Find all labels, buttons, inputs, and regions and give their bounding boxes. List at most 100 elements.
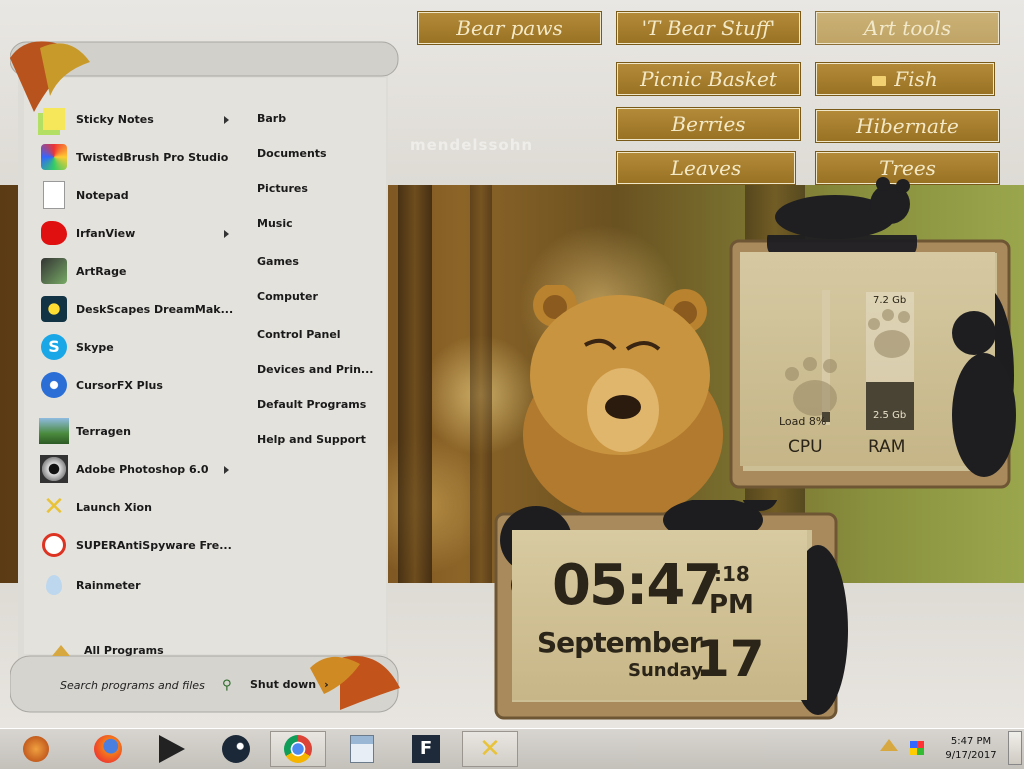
photoshop-icon	[38, 453, 70, 485]
taskbar-app-f[interactable]: F	[398, 731, 454, 767]
folder-label: Fish	[894, 67, 938, 91]
program-launch-xion[interactable]: ✕ Launch Xion	[38, 490, 243, 524]
folder-picnic-basket[interactable]: Picnic Basket	[617, 63, 800, 95]
windows-orb-icon	[23, 736, 49, 762]
cpu-paw-icon	[785, 290, 837, 425]
program-irfanview[interactable]: IrfanView	[38, 216, 243, 250]
place-devices-and-printers[interactable]: Devices and Prin...	[257, 363, 373, 376]
place-control-panel[interactable]: Control Panel	[257, 328, 341, 341]
superantispyware-icon	[38, 529, 70, 561]
tree-trunk	[398, 185, 432, 583]
folder-bear-paws[interactable]: Bear paws	[418, 12, 601, 44]
terragen-icon	[38, 415, 70, 447]
program-label: Terragen	[76, 424, 131, 438]
arrow-up-icon	[52, 645, 70, 656]
place-pictures[interactable]: Pictures	[257, 182, 308, 195]
cpu-load-label: Load 8%	[779, 415, 827, 428]
program-label: SUPERAntiSpyware Fre...	[76, 538, 232, 552]
place-help-and-support[interactable]: Help and Support	[257, 433, 366, 446]
program-label: CursorFX Plus	[76, 378, 163, 392]
folder-hibernate[interactable]: Hibernate	[816, 110, 999, 142]
taskbar-chrome[interactable]	[270, 731, 326, 767]
tray-clock[interactable]: 5:47 PM 9/17/2017	[940, 735, 1002, 763]
place-music[interactable]: Music	[257, 217, 293, 230]
program-label: ArtRage	[76, 264, 127, 278]
taskbar: F ✕	[0, 728, 1024, 769]
show-desktop-button[interactable]	[1008, 731, 1022, 765]
all-programs-label: All Programs	[84, 644, 164, 657]
program-label: Launch Xion	[76, 500, 152, 514]
bear-figurine	[775, 177, 910, 239]
program-cursorfx[interactable]: CursorFX Plus	[38, 368, 243, 402]
start-button[interactable]	[8, 731, 64, 767]
program-skype[interactable]: S Skype	[38, 330, 243, 364]
taskbar-inkscape[interactable]	[144, 731, 200, 767]
place-games[interactable]: Games	[257, 255, 299, 268]
irfanview-icon	[38, 217, 70, 249]
notepad-icon	[38, 179, 70, 211]
clock-month: September	[537, 626, 703, 659]
folder-t-bear-stuff[interactable]: 'T Bear Stuff'	[617, 12, 800, 44]
bear-illustration	[523, 285, 723, 515]
program-terragen[interactable]: Terragen	[38, 414, 243, 448]
place-documents[interactable]: Documents	[257, 147, 327, 160]
folder-label: Picnic Basket	[640, 67, 777, 91]
folder-label: Bear paws	[456, 16, 563, 40]
clock-weekday: Sunday	[628, 660, 703, 681]
clock-seconds: :18	[714, 562, 750, 586]
app-f-icon: F	[412, 735, 440, 763]
twistedbrush-icon	[38, 141, 70, 173]
program-sticky-notes[interactable]: Sticky Notes	[38, 102, 243, 136]
folder-label: Leaves	[670, 156, 742, 180]
shutdown-label: Shut down	[250, 678, 317, 691]
sticky-notes-icon	[38, 103, 70, 135]
clock-time: 05:47	[552, 553, 722, 618]
submenu-arrow-icon	[224, 230, 229, 238]
folder-fish[interactable]: Fish	[816, 63, 994, 95]
firefox-icon	[94, 735, 122, 763]
submenu-arrow-icon	[224, 466, 229, 474]
folder-icon	[872, 75, 887, 86]
program-superantispyware[interactable]: SUPERAntiSpyware Fre...	[38, 528, 243, 562]
program-label: Adobe Photoshop 6.0	[76, 462, 209, 476]
cursorfx-icon	[38, 369, 70, 401]
program-photoshop[interactable]: Adobe Photoshop 6.0	[38, 452, 243, 486]
folder-berries[interactable]: Berries	[617, 108, 800, 140]
program-label: DeskScapes DreamMak...	[76, 302, 234, 316]
clock-day: 17	[695, 630, 765, 688]
clock-ampm: PM	[709, 590, 754, 620]
taskbar-steam[interactable]	[208, 731, 264, 767]
windows-flag-icon[interactable]	[910, 741, 924, 755]
search-input[interactable]	[58, 677, 212, 693]
search-icon[interactable]: ⚲	[222, 678, 232, 693]
ram-total-label: 7.2 Gb	[873, 295, 907, 306]
place-barb[interactable]: Barb	[257, 112, 286, 125]
bear-figurine	[952, 311, 1016, 477]
program-twistedbrush[interactable]: TwistedBrush Pro Studio	[38, 140, 243, 174]
folder-label: Hibernate	[856, 114, 959, 138]
ram-label: RAM	[868, 437, 906, 457]
program-rainmeter[interactable]: Rainmeter	[38, 568, 243, 602]
start-menu: Sticky Notes TwistedBrush Pro Studio Not…	[10, 38, 402, 720]
place-default-programs[interactable]: Default Programs	[257, 398, 366, 411]
calculator-icon	[350, 735, 374, 763]
taskbar-calculator[interactable]	[334, 731, 390, 767]
rainmeter-icon	[38, 569, 70, 601]
all-programs-button[interactable]: All Programs	[52, 644, 164, 657]
taskbar-xion[interactable]: ✕	[462, 731, 518, 767]
xion-icon: ✕	[43, 492, 65, 522]
program-deskscapes[interactable]: DeskScapes DreamMak...	[38, 292, 243, 326]
chevron-right-icon[interactable]: ›	[324, 678, 329, 691]
folder-art-tools[interactable]: Art tools	[816, 12, 999, 44]
xion-icon: ✕	[479, 734, 501, 764]
program-notepad[interactable]: Notepad	[38, 178, 243, 212]
wallpaper-watermark: mendelssohn	[410, 136, 534, 154]
desktop: mendelssohn Bear paws 'T Bear Stuff' Art…	[0, 0, 1024, 728]
program-label: Skype	[76, 340, 114, 354]
program-artrage[interactable]: ArtRage	[38, 254, 243, 288]
tray-overflow-icon[interactable]	[880, 739, 898, 751]
place-computer[interactable]: Computer	[257, 290, 318, 303]
ram-used-label: 2.5 Gb	[873, 410, 907, 421]
shutdown-button[interactable]: Shut down ›	[250, 678, 329, 691]
taskbar-firefox[interactable]	[80, 731, 136, 767]
